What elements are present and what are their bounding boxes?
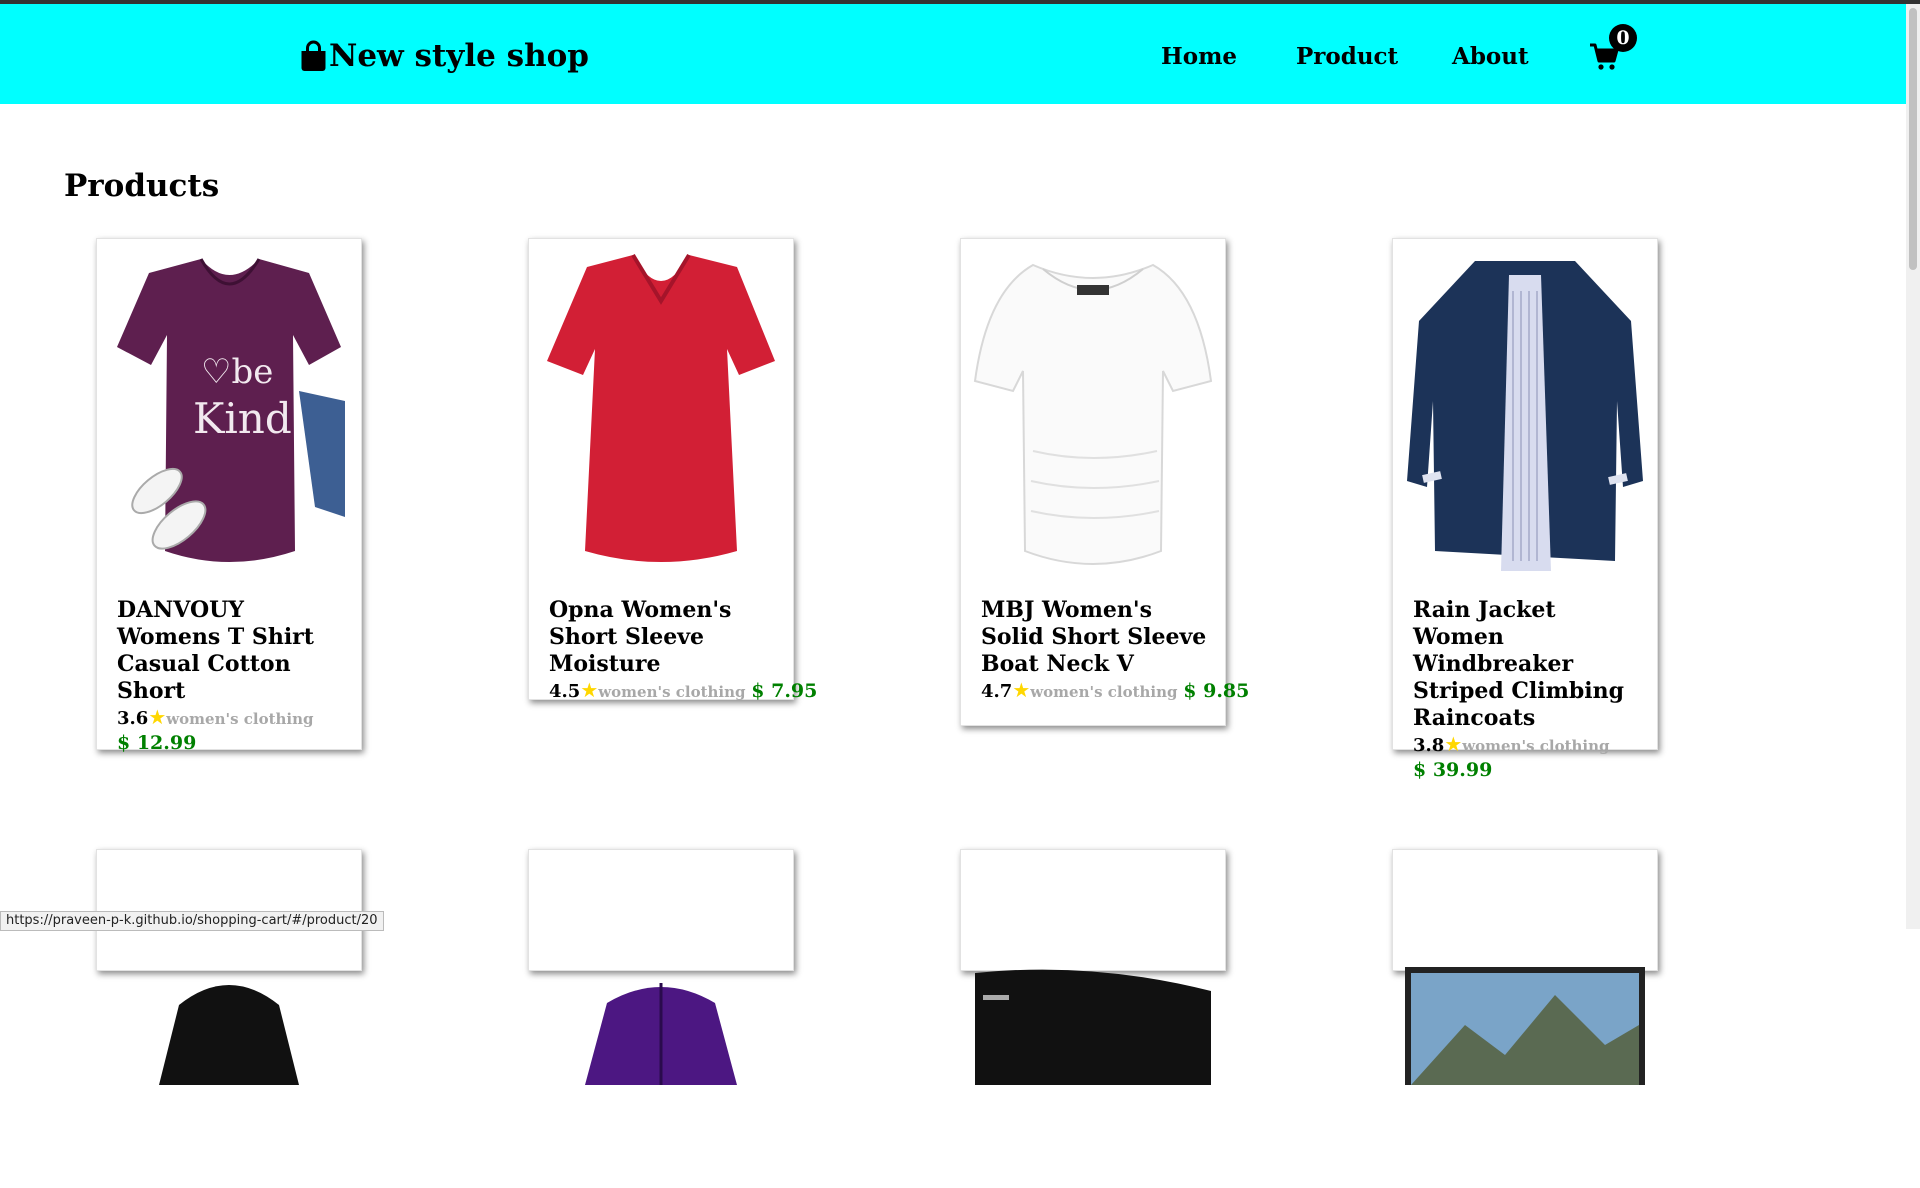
product-price: $ 39.99 xyxy=(1413,759,1493,781)
page-scrollbar[interactable] xyxy=(1906,4,1920,929)
product-meta: 3.6★women's clothing xyxy=(117,705,345,731)
product-card[interactable] xyxy=(960,849,1226,1085)
product-meta: 4.5★women's clothing $ 7.95 xyxy=(549,678,817,704)
svg-text:♡be: ♡be xyxy=(201,352,273,392)
product-meta: 3.8★women's clothing xyxy=(1413,732,1641,758)
product-card[interactable]: Rain Jacket Women Windbreaker Striped Cl… xyxy=(1392,238,1658,781)
star-icon: ★ xyxy=(1444,732,1463,756)
product-title: Opna Women's Short Sleeve Moisture xyxy=(549,597,732,677)
product-rating: 4.5 xyxy=(549,681,581,702)
product-image-purple-jacket xyxy=(585,983,737,1085)
product-title: DANVOUY Womens T Shirt Casual Cotton Sho… xyxy=(117,597,314,704)
product-category: women's clothing xyxy=(598,683,746,701)
product-card[interactable] xyxy=(528,849,794,1085)
product-title: Rain Jacket Women Windbreaker Striped Cl… xyxy=(1413,597,1625,731)
nav-about[interactable]: About xyxy=(1452,43,1529,70)
product-rating: 3.8 xyxy=(1413,735,1445,756)
product-card[interactable]: MBJ Women's Solid Short Sleeve Boat Neck… xyxy=(960,238,1249,726)
product-rating: 4.7 xyxy=(981,681,1013,702)
product-price: $ 7.95 xyxy=(751,680,818,702)
product-category: women's clothing xyxy=(1030,683,1178,701)
shopping-bag-icon xyxy=(301,40,326,71)
brand-name: New style shop xyxy=(329,38,589,74)
page-title: Products xyxy=(64,168,220,204)
product-title: MBJ Women's Solid Short Sleeve Boat Neck… xyxy=(981,597,1207,677)
star-icon: ★ xyxy=(1012,678,1031,702)
product-price: $ 12.99 xyxy=(117,732,197,754)
star-icon: ★ xyxy=(580,678,599,702)
product-card[interactable]: Opna Women's Short Sleeve Moisture 4.5★w… xyxy=(528,238,817,702)
product-image-monitor xyxy=(1405,967,1645,1085)
product-info: Opna Women's Short Sleeve Moisture 4.5★w… xyxy=(549,597,817,704)
nav-home[interactable]: Home xyxy=(1161,43,1237,70)
cart-count-badge: 0 xyxy=(1609,24,1637,52)
product-card[interactable] xyxy=(96,849,362,1085)
brand-logo[interactable]: New style shop xyxy=(299,34,589,78)
product-info: DANVOUY Womens T Shirt Casual Cotton Sho… xyxy=(117,597,345,756)
svg-text:Kind: Kind xyxy=(193,394,292,443)
nav-product[interactable]: Product xyxy=(1296,43,1398,70)
product-price: $ 9.85 xyxy=(1183,680,1250,702)
navbar: New style shop Home Product About 0 xyxy=(0,4,1906,104)
product-image-rain-jacket xyxy=(1407,261,1643,571)
product-image-tshirt-white xyxy=(973,263,1213,565)
product-image-tshirt-purple: ♡be Kind xyxy=(117,258,345,562)
status-bar-url: https://praveen-p-k.github.io/shopping-c… xyxy=(0,911,384,931)
product-rating: 3.6 xyxy=(117,708,149,729)
product-category: women's clothing xyxy=(1462,737,1610,755)
product-card[interactable]: ♡be Kind DANVOUY Womens T Shirt Casual C… xyxy=(96,238,362,754)
product-meta: 4.7★women's clothing $ 9.85 xyxy=(981,678,1249,704)
product-image-curved-monitor xyxy=(975,969,1211,1085)
product-image-tshirt-red xyxy=(547,253,775,562)
product-info: Rain Jacket Women Windbreaker Striped Cl… xyxy=(1413,597,1641,783)
product-category: women's clothing xyxy=(166,710,314,728)
star-icon: ★ xyxy=(148,705,167,729)
scrollbar-thumb[interactable] xyxy=(1909,8,1917,270)
product-info: MBJ Women's Solid Short Sleeve Boat Neck… xyxy=(981,597,1249,704)
product-card[interactable] xyxy=(1392,849,1658,1085)
